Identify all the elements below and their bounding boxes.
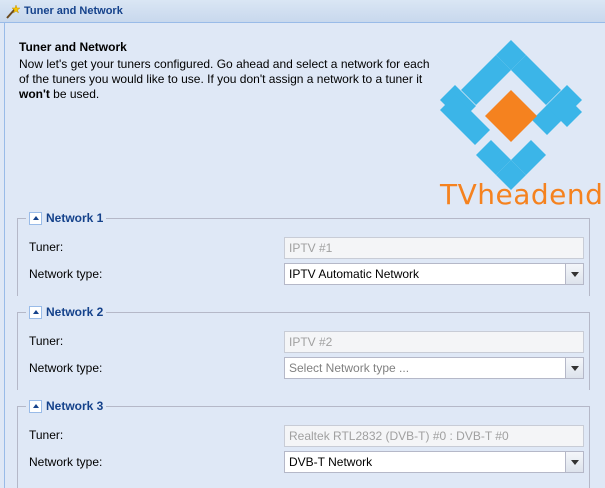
network-2-legend: Network 2 (26, 304, 107, 320)
intro-bold-word: won't (19, 87, 50, 101)
network-type-label: Network type: (29, 267, 103, 281)
window-title: Tuner and Network (24, 5, 123, 17)
network-3-fieldset: Network 3 Tuner: Realtek RTL2832 (DVB-T)… (17, 398, 590, 488)
collapse-toggle-icon[interactable] (29, 399, 42, 413)
tuner-label: Tuner: (29, 334, 64, 348)
collapse-toggle-icon[interactable] (29, 211, 42, 225)
network-2-fieldset: Network 2 Tuner: IPTV #2 Network type: S… (17, 304, 590, 390)
window-titlebar: Tuner and Network (0, 0, 605, 23)
tuner-field: IPTV #2 (284, 331, 584, 353)
network-3-legend: Network 3 (26, 398, 107, 414)
network-1-fieldset: Network 1 Tuner: IPTV #1 Network type: I… (17, 210, 590, 296)
network-type-label: Network type: (29, 361, 103, 375)
wizard-wand-icon (6, 4, 20, 19)
network-type-select[interactable]: DVB-T Network (284, 451, 584, 473)
intro-heading: Tuner and Network (19, 40, 127, 54)
network-1-legend: Network 1 (26, 210, 107, 226)
network-type-select[interactable]: IPTV Automatic Network (284, 263, 584, 285)
network-type-label: Network type: (29, 455, 103, 469)
chevron-down-icon[interactable] (565, 264, 583, 284)
chevron-down-icon[interactable] (565, 358, 583, 378)
tuner-label: Tuner: (29, 428, 64, 442)
tvheadend-logo-text: TVheadend (440, 178, 604, 211)
tuner-label: Tuner: (29, 240, 64, 254)
tuner-field: IPTV #1 (284, 237, 584, 259)
intro-text: Now let's get your tuners configured. Go… (19, 57, 430, 101)
tuner-field: Realtek RTL2832 (DVB-T) #0 : DVB-T #0 (284, 425, 584, 447)
collapse-toggle-icon[interactable] (29, 305, 42, 319)
network-type-select[interactable]: Select Network type ... (284, 357, 584, 379)
chevron-down-icon[interactable] (565, 452, 583, 472)
